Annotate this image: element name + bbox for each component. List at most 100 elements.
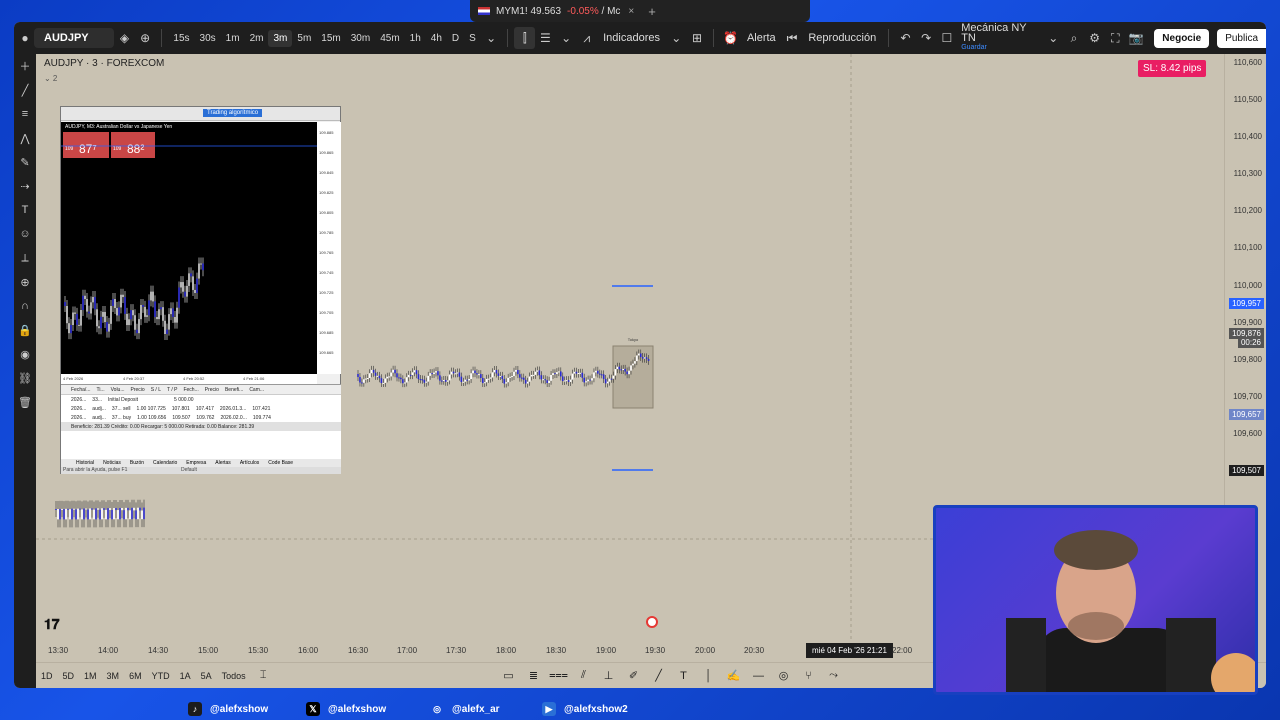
range-1M[interactable]: 1M [79,671,102,681]
alert-button[interactable]: Alerta [741,32,782,44]
pen-tool-icon[interactable]: ✐ [621,669,646,682]
lines-tool-icon[interactable]: ≣ [521,669,546,682]
trash-icon[interactable]: 🗑 [14,390,36,414]
brush-tool-icon[interactable]: ✍ [721,669,746,682]
chevron-down-icon[interactable]: ⌄ [556,27,577,49]
hline-tool-icon[interactable]: — [746,670,771,682]
timeframe-1h[interactable]: 1h [405,33,426,44]
terminal-column-header[interactable]: Ti... [96,387,104,393]
lock-icon[interactable]: 🔒 [14,318,36,342]
magnet-icon[interactable]: ∩ [14,294,36,318]
mt4-tab[interactable]: Code Base [265,460,296,466]
zoom-icon[interactable]: ⊕ [14,270,36,294]
publish-button[interactable]: Publica [1217,28,1266,48]
chevron-down-icon[interactable]: ⌄ [481,27,502,49]
terminal-column-header[interactable]: T / P [167,387,177,393]
line-tool-icon[interactable]: ╱ [646,669,671,682]
symbol-diamond-icon[interactable]: ◈ [114,27,135,49]
terminal-column-header[interactable]: S / L [151,387,161,393]
eye-icon[interactable]: ◉ [14,342,36,366]
symbol-search[interactable]: AUDJPY [34,28,115,48]
indicators-icon[interactable]: ⩘ [576,27,597,49]
chart-style-icon[interactable]: ☰ [535,27,556,49]
fork-tool-icon[interactable]: ⑂ [796,670,821,682]
terminal-column-header[interactable]: Volu... [111,387,125,393]
emoji-icon[interactable]: ☺ [14,222,36,246]
mt4-chart[interactable]: AUDJPY, M3: Australian Dollar vs Japanes… [61,122,317,374]
trade-button[interactable]: Negocie [1154,28,1210,48]
mt4-tab[interactable]: Artículos [237,460,262,466]
candle-type-icon[interactable]: ⫿ [514,27,536,49]
indicators-button[interactable]: Indicadores [597,32,666,44]
fullscreen-icon[interactable]: ⛶ [1105,27,1126,49]
measure-tool-icon[interactable]: ⊥ [596,669,621,682]
timeframe-30s[interactable]: 30s [195,33,221,44]
layout-square-icon[interactable]: ☐ [937,27,958,49]
timeframe-S[interactable]: S [464,33,481,44]
redo-icon[interactable]: ↷ [916,27,937,49]
mt4-tab[interactable]: Historial [73,460,97,466]
fib-icon[interactable]: ≡ [14,102,36,126]
mt4-tab[interactable]: Calendario [150,460,180,466]
replay-button[interactable]: Reproducción [802,32,882,44]
algo-trading-button[interactable]: Trading algorítmico [203,109,263,117]
channel-tool-icon[interactable]: ⩶ [546,669,571,682]
chevron-down-icon[interactable]: ⌄ [666,27,687,49]
text-tool-icon[interactable]: T [671,670,696,682]
new-tab-icon[interactable]: + [648,4,656,19]
layout-selector[interactable]: Mecánica NY TN Guardar [957,23,1043,53]
range-5A[interactable]: 5A [196,671,217,681]
timeframe-15s[interactable]: 15s [168,33,194,44]
rect-tool-icon[interactable]: ▭ [496,669,521,682]
browser-tab[interactable]: MYM1! 49.563 -0.05% / Mc × + [470,0,810,22]
timeframe-1m[interactable]: 1m [221,33,245,44]
mt4-tab[interactable]: Buzón [127,460,147,466]
timeframe-45m[interactable]: 45m [375,33,404,44]
text-icon[interactable]: T [14,198,36,222]
terminal-column-header[interactable]: Precio [131,387,145,393]
brush-icon[interactable]: ✎ [14,150,36,174]
settings-icon[interactable]: ⚙ [1084,27,1105,49]
terminal-row[interactable]: 2026... 33... Initial Deposit 5 000.00 [61,395,341,404]
range-YTD[interactable]: YTD [147,671,175,681]
goto-date-icon[interactable]: ⌶ [251,669,276,682]
undo-icon[interactable]: ↶ [895,27,916,49]
timeframe-15m[interactable]: 15m [316,33,345,44]
replay-icon[interactable]: ⏮ [782,27,803,49]
timeframe-3m[interactable]: 3m [268,29,293,47]
ruler-icon[interactable]: ⟂ [14,246,36,270]
terminal-column-header[interactable]: Fecha/... [71,387,90,393]
range-6M[interactable]: 6M [124,671,147,681]
terminal-column-header[interactable]: Precio [205,387,219,393]
range-3M[interactable]: 3M [102,671,125,681]
close-tab-icon[interactable]: × [628,6,634,17]
range-1D[interactable]: 1D [36,671,58,681]
trendline-icon[interactable]: ╱ [14,78,36,102]
terminal-column-header[interactable]: Cam... [249,387,264,393]
timeframe-4h[interactable]: 4h [426,33,447,44]
timeframe-D[interactable]: D [447,33,464,44]
search-icon[interactable]: ⌕ [1064,27,1085,49]
terminal-column-header[interactable]: Benefi... [225,387,243,393]
parallel-tool-icon[interactable]: ⫽ [571,669,596,682]
crosshair-icon[interactable]: ＋ [14,54,36,78]
circle-tool-icon[interactable]: ◎ [771,669,796,682]
social-link[interactable]: ▶ @alefxshow2 [542,702,628,716]
range-Todos[interactable]: Todos [217,671,251,681]
social-link[interactable]: ♪ @alefxshow [188,702,268,716]
terminal-row[interactable]: 2026... audj... 37... buy 1.00 109.656 109.5… [61,413,341,422]
range-5D[interactable]: 5D [58,671,80,681]
chevron-down-icon[interactable]: ⌄ [1043,27,1064,49]
path-tool-icon[interactable]: ⤳ [821,669,846,682]
add-symbol-icon[interactable]: ⊕ [135,27,156,49]
timeframe-5m[interactable]: 5m [292,33,316,44]
alert-icon[interactable]: ⏰ [720,27,741,49]
camera-icon[interactable]: 📷 [1126,27,1147,49]
social-link[interactable]: ◎ @alefx_ar [430,702,500,716]
range-1A[interactable]: 1A [175,671,196,681]
mt4-tab[interactable]: Alertas [212,460,234,466]
terminal-row[interactable]: 2026... audj... 37... sell 1.00 107.725 107.… [61,404,341,413]
social-link[interactable]: 𝕏 @alefxshow [306,702,386,716]
timeframe-2m[interactable]: 2m [245,33,269,44]
economic-event-icon[interactable] [646,616,658,628]
